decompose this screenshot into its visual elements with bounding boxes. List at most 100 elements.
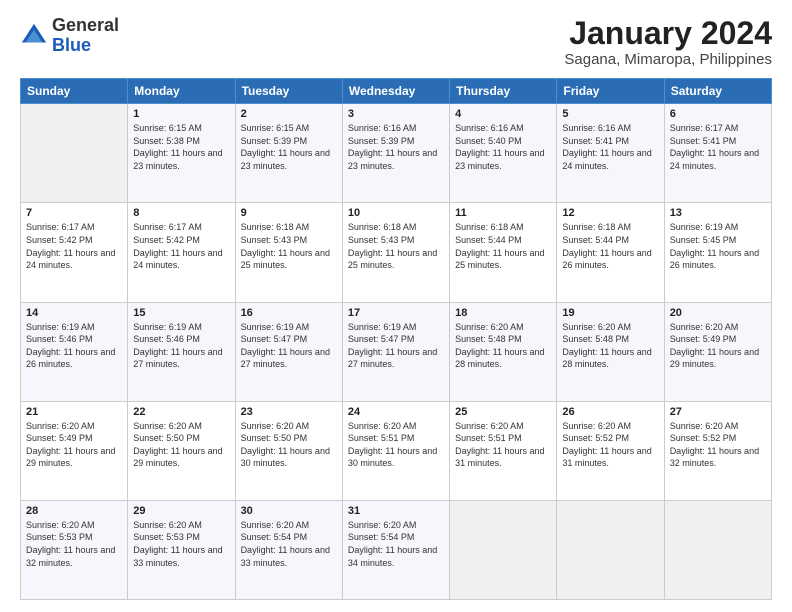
col-tuesday: Tuesday xyxy=(235,79,342,104)
daylight-text: Daylight: 11 hours and 29 minutes. xyxy=(133,446,222,469)
col-monday: Monday xyxy=(128,79,235,104)
location-title: Sagana, Mimaropa, Philippines xyxy=(564,51,772,68)
sunset-text: Sunset: 5:41 PM xyxy=(670,136,737,146)
table-row: 25 Sunrise: 6:20 AM Sunset: 5:51 PM Dayl… xyxy=(450,401,557,500)
day-number: 1 xyxy=(133,108,229,120)
cell-content: Sunrise: 6:18 AM Sunset: 5:44 PM Dayligh… xyxy=(562,221,658,271)
sunset-text: Sunset: 5:52 PM xyxy=(670,433,737,443)
daylight-text: Daylight: 11 hours and 31 minutes. xyxy=(455,446,544,469)
header: General Blue January 2024 Sagana, Mimaro… xyxy=(20,16,772,68)
sunrise-text: Sunrise: 6:18 AM xyxy=(348,222,417,232)
day-number: 18 xyxy=(455,307,551,319)
table-row: 14 Sunrise: 6:19 AM Sunset: 5:46 PM Dayl… xyxy=(21,302,128,401)
sunrise-text: Sunrise: 6:18 AM xyxy=(241,222,310,232)
table-row: 12 Sunrise: 6:18 AM Sunset: 5:44 PM Dayl… xyxy=(557,203,664,302)
table-row: 21 Sunrise: 6:20 AM Sunset: 5:49 PM Dayl… xyxy=(21,401,128,500)
daylight-text: Daylight: 11 hours and 25 minutes. xyxy=(348,248,437,271)
table-row xyxy=(557,500,664,599)
sunrise-text: Sunrise: 6:20 AM xyxy=(670,322,739,332)
cell-content: Sunrise: 6:20 AM Sunset: 5:53 PM Dayligh… xyxy=(133,519,229,569)
daylight-text: Daylight: 11 hours and 23 minutes. xyxy=(133,148,222,171)
cell-content: Sunrise: 6:20 AM Sunset: 5:54 PM Dayligh… xyxy=(348,519,444,569)
sunrise-text: Sunrise: 6:18 AM xyxy=(455,222,524,232)
table-row: 15 Sunrise: 6:19 AM Sunset: 5:46 PM Dayl… xyxy=(128,302,235,401)
sunset-text: Sunset: 5:46 PM xyxy=(26,334,93,344)
sunset-text: Sunset: 5:42 PM xyxy=(133,235,200,245)
day-number: 6 xyxy=(670,108,766,120)
table-row: 3 Sunrise: 6:16 AM Sunset: 5:39 PM Dayli… xyxy=(342,104,449,203)
sunset-text: Sunset: 5:53 PM xyxy=(133,532,200,542)
day-number: 26 xyxy=(562,406,658,418)
table-row: 8 Sunrise: 6:17 AM Sunset: 5:42 PM Dayli… xyxy=(128,203,235,302)
sunset-text: Sunset: 5:40 PM xyxy=(455,136,522,146)
day-number: 28 xyxy=(26,505,122,517)
daylight-text: Daylight: 11 hours and 29 minutes. xyxy=(670,347,759,370)
sunset-text: Sunset: 5:53 PM xyxy=(26,532,93,542)
daylight-text: Daylight: 11 hours and 24 minutes. xyxy=(670,148,759,171)
cell-content: Sunrise: 6:20 AM Sunset: 5:53 PM Dayligh… xyxy=(26,519,122,569)
table-row: 29 Sunrise: 6:20 AM Sunset: 5:53 PM Dayl… xyxy=(128,500,235,599)
logo-text: General Blue xyxy=(52,16,119,56)
cell-content: Sunrise: 6:19 AM Sunset: 5:46 PM Dayligh… xyxy=(133,321,229,371)
daylight-text: Daylight: 11 hours and 30 minutes. xyxy=(348,446,437,469)
cell-content: Sunrise: 6:18 AM Sunset: 5:43 PM Dayligh… xyxy=(241,221,337,271)
table-row xyxy=(21,104,128,203)
daylight-text: Daylight: 11 hours and 23 minutes. xyxy=(455,148,544,171)
cell-content: Sunrise: 6:16 AM Sunset: 5:41 PM Dayligh… xyxy=(562,122,658,172)
day-number: 5 xyxy=(562,108,658,120)
sunset-text: Sunset: 5:44 PM xyxy=(455,235,522,245)
cell-content: Sunrise: 6:18 AM Sunset: 5:44 PM Dayligh… xyxy=(455,221,551,271)
sunrise-text: Sunrise: 6:20 AM xyxy=(562,421,631,431)
daylight-text: Daylight: 11 hours and 29 minutes. xyxy=(26,446,115,469)
sunset-text: Sunset: 5:46 PM xyxy=(133,334,200,344)
day-number: 3 xyxy=(348,108,444,120)
cell-content: Sunrise: 6:16 AM Sunset: 5:39 PM Dayligh… xyxy=(348,122,444,172)
daylight-text: Daylight: 11 hours and 28 minutes. xyxy=(455,347,544,370)
cell-content: Sunrise: 6:20 AM Sunset: 5:49 PM Dayligh… xyxy=(670,321,766,371)
table-row: 24 Sunrise: 6:20 AM Sunset: 5:51 PM Dayl… xyxy=(342,401,449,500)
day-number: 15 xyxy=(133,307,229,319)
table-row: 2 Sunrise: 6:15 AM Sunset: 5:39 PM Dayli… xyxy=(235,104,342,203)
sunrise-text: Sunrise: 6:18 AM xyxy=(562,222,631,232)
day-number: 17 xyxy=(348,307,444,319)
day-number: 21 xyxy=(26,406,122,418)
col-friday: Friday xyxy=(557,79,664,104)
daylight-text: Daylight: 11 hours and 26 minutes. xyxy=(670,248,759,271)
table-row: 10 Sunrise: 6:18 AM Sunset: 5:43 PM Dayl… xyxy=(342,203,449,302)
cell-content: Sunrise: 6:20 AM Sunset: 5:49 PM Dayligh… xyxy=(26,420,122,470)
daylight-text: Daylight: 11 hours and 23 minutes. xyxy=(348,148,437,171)
day-number: 30 xyxy=(241,505,337,517)
sunset-text: Sunset: 5:52 PM xyxy=(562,433,629,443)
day-number: 8 xyxy=(133,207,229,219)
cell-content: Sunrise: 6:20 AM Sunset: 5:50 PM Dayligh… xyxy=(133,420,229,470)
table-row xyxy=(664,500,771,599)
daylight-text: Daylight: 11 hours and 23 minutes. xyxy=(241,148,330,171)
table-row: 20 Sunrise: 6:20 AM Sunset: 5:49 PM Dayl… xyxy=(664,302,771,401)
day-number: 25 xyxy=(455,406,551,418)
sunrise-text: Sunrise: 6:17 AM xyxy=(26,222,95,232)
table-row: 23 Sunrise: 6:20 AM Sunset: 5:50 PM Dayl… xyxy=(235,401,342,500)
sunrise-text: Sunrise: 6:20 AM xyxy=(348,421,417,431)
cell-content: Sunrise: 6:19 AM Sunset: 5:45 PM Dayligh… xyxy=(670,221,766,271)
cell-content: Sunrise: 6:15 AM Sunset: 5:38 PM Dayligh… xyxy=(133,122,229,172)
cell-content: Sunrise: 6:18 AM Sunset: 5:43 PM Dayligh… xyxy=(348,221,444,271)
sunrise-text: Sunrise: 6:20 AM xyxy=(562,322,631,332)
table-row: 26 Sunrise: 6:20 AM Sunset: 5:52 PM Dayl… xyxy=(557,401,664,500)
table-row: 13 Sunrise: 6:19 AM Sunset: 5:45 PM Dayl… xyxy=(664,203,771,302)
sunset-text: Sunset: 5:41 PM xyxy=(562,136,629,146)
sunrise-text: Sunrise: 6:20 AM xyxy=(348,520,417,530)
daylight-text: Daylight: 11 hours and 34 minutes. xyxy=(348,545,437,568)
calendar-week-3: 21 Sunrise: 6:20 AM Sunset: 5:49 PM Dayl… xyxy=(21,401,772,500)
table-row: 31 Sunrise: 6:20 AM Sunset: 5:54 PM Dayl… xyxy=(342,500,449,599)
sunrise-text: Sunrise: 6:20 AM xyxy=(455,322,524,332)
sunrise-text: Sunrise: 6:20 AM xyxy=(241,520,310,530)
table-row xyxy=(450,500,557,599)
table-row: 22 Sunrise: 6:20 AM Sunset: 5:50 PM Dayl… xyxy=(128,401,235,500)
table-row: 28 Sunrise: 6:20 AM Sunset: 5:53 PM Dayl… xyxy=(21,500,128,599)
cell-content: Sunrise: 6:19 AM Sunset: 5:47 PM Dayligh… xyxy=(241,321,337,371)
table-row: 7 Sunrise: 6:17 AM Sunset: 5:42 PM Dayli… xyxy=(21,203,128,302)
day-number: 13 xyxy=(670,207,766,219)
calendar-week-1: 7 Sunrise: 6:17 AM Sunset: 5:42 PM Dayli… xyxy=(21,203,772,302)
sunset-text: Sunset: 5:50 PM xyxy=(133,433,200,443)
day-number: 12 xyxy=(562,207,658,219)
